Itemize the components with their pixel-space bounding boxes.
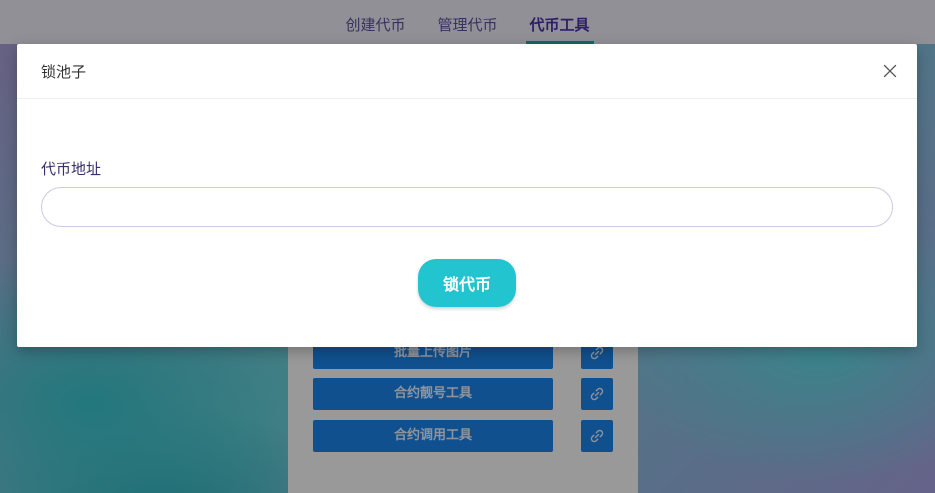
lock-token-button[interactable]: 锁代币 [418,259,516,307]
close-button[interactable] [879,60,901,82]
dialog-header: 锁池子 [17,44,917,99]
close-icon [883,64,897,78]
token-address-label: 代币地址 [41,160,102,178]
token-address-input[interactable] [41,187,893,227]
lock-pool-dialog: 锁池子 代币地址 锁代币 [17,44,917,347]
dialog-title: 锁池子 [41,62,87,81]
